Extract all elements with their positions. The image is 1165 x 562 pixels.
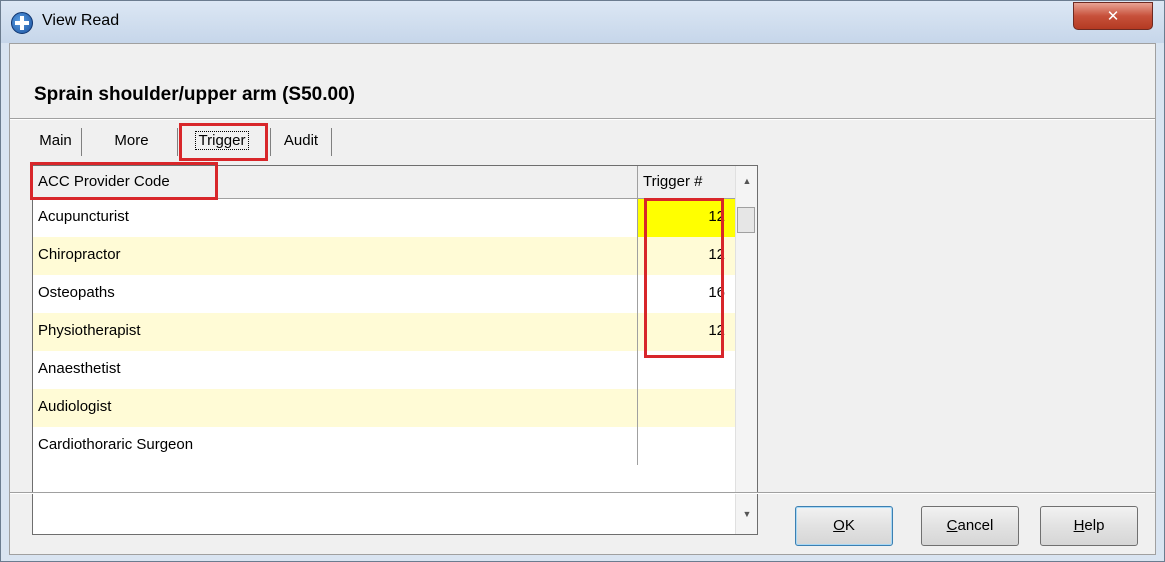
title-bar[interactable]: View Read ✕	[1, 1, 1164, 43]
trigger-cell[interactable]: 12	[638, 237, 735, 275]
provider-code-cell: Acupuncturist	[33, 199, 638, 237]
window-title: View Read	[42, 12, 120, 29]
table-row[interactable]: Osteopaths 16	[33, 275, 735, 313]
close-icon: ✕	[1106, 7, 1120, 25]
provider-code-cell: Cardiothoraric Surgeon	[33, 427, 638, 465]
tab-trigger-label: Trigger	[194, 131, 250, 150]
provider-trigger-grid[interactable]: ACC Provider Code Trigger # Acupuncturis…	[32, 165, 758, 535]
tab-audit-label: Audit	[283, 132, 319, 149]
dialog-client-area: Sprain shoulder/upper arm (S50.00) Main …	[9, 43, 1156, 555]
trigger-cell[interactable]	[638, 427, 735, 465]
provider-code-cell: Osteopaths	[33, 275, 638, 313]
help-label-rest: elp	[1084, 517, 1105, 534]
cancel-button[interactable]: Cancel	[921, 506, 1019, 546]
ok-mnemonic: O	[833, 517, 845, 534]
tab-main-label: Main	[39, 132, 72, 149]
tab-more-label: More	[114, 132, 149, 149]
trigger-cell[interactable]: 12	[638, 199, 735, 237]
scroll-thumb[interactable]	[737, 207, 755, 233]
vertical-scrollbar[interactable]: ▲ ▼	[735, 166, 757, 534]
ok-button[interactable]: OK	[795, 506, 893, 546]
ok-label-rest: K	[844, 517, 855, 534]
table-row[interactable]: Anaesthetist	[33, 351, 735, 389]
header-divider	[10, 118, 1155, 120]
scroll-up-arrow-icon[interactable]: ▲	[736, 176, 757, 194]
table-row[interactable]: Cardiothoraric Surgeon	[33, 427, 735, 465]
view-read-window: View Read ✕ Sprain shoulder/upper arm (S…	[0, 0, 1165, 562]
table-row[interactable]: Audiologist	[33, 389, 735, 427]
grid-header: ACC Provider Code Trigger #	[33, 166, 735, 199]
trigger-cell[interactable]: 12	[638, 313, 735, 351]
cancel-mnemonic: C	[946, 517, 958, 534]
tab-main[interactable]: Main	[30, 128, 82, 156]
trigger-cell[interactable]: 16	[638, 275, 735, 313]
trigger-cell[interactable]	[638, 389, 735, 427]
footer-divider	[10, 492, 1155, 494]
app-cross-icon	[11, 12, 33, 34]
provider-code-cell: Anaesthetist	[33, 351, 638, 389]
provider-code-cell: Physiotherapist	[33, 313, 638, 351]
close-button[interactable]: ✕	[1073, 2, 1153, 30]
provider-code-cell: Audiologist	[33, 389, 638, 427]
help-button[interactable]: Help	[1040, 506, 1138, 546]
provider-code-cell: Chiropractor	[33, 237, 638, 275]
tab-more[interactable]: More	[86, 128, 178, 156]
trigger-cell[interactable]	[638, 351, 735, 389]
table-row[interactable]: Chiropractor 12	[33, 237, 735, 275]
record-title: Sprain shoulder/upper arm (S50.00)	[34, 84, 355, 105]
table-row[interactable]: Acupuncturist 12	[33, 199, 735, 237]
help-mnemonic: H	[1073, 517, 1085, 534]
cancel-label-rest: ancel	[957, 517, 994, 534]
scroll-down-arrow-icon[interactable]: ▼	[736, 509, 757, 527]
tab-audit[interactable]: Audit	[270, 128, 332, 156]
column-header-provider-code[interactable]: ACC Provider Code	[33, 166, 638, 198]
tab-trigger[interactable]: Trigger	[182, 128, 262, 156]
column-header-trigger[interactable]: Trigger #	[638, 166, 735, 198]
table-row[interactable]: Physiotherapist 12	[33, 313, 735, 351]
header-panel: Sprain shoulder/upper arm (S50.00)	[10, 44, 1155, 118]
